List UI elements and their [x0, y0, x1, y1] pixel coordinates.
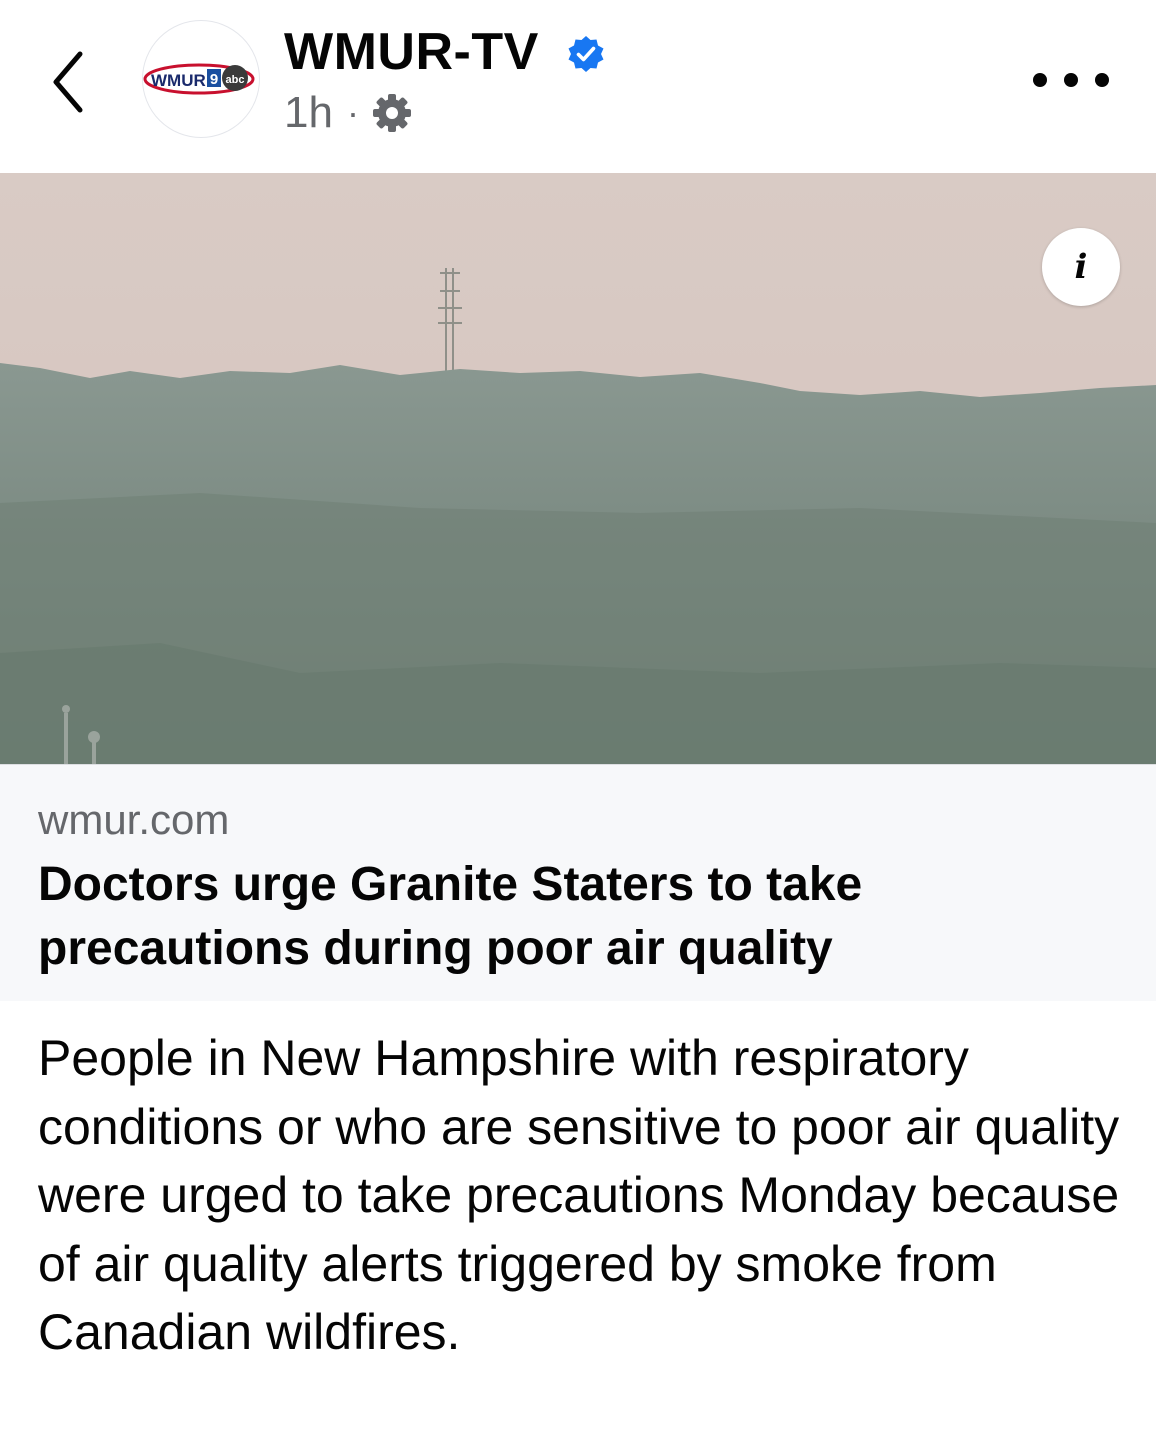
post-meta: 1h ·: [284, 88, 413, 138]
post-timestamp[interactable]: 1h: [284, 88, 333, 138]
svg-text:WMUR: WMUR: [151, 71, 206, 90]
meta-separator: ·: [346, 92, 359, 133]
avatar[interactable]: WMUR 9 abc: [142, 20, 260, 138]
wmur-logo-icon: WMUR 9 abc: [143, 63, 255, 95]
link-domain: wmur.com: [38, 796, 230, 843]
svg-text:abc: abc: [226, 74, 245, 86]
gear-icon: [372, 94, 411, 132]
svg-text:9: 9: [210, 71, 218, 88]
hazy-forest-photo: [0, 173, 1156, 764]
post-screen: WMUR 9 abc WMUR-TV 1h · i wmur.com Docto…: [0, 0, 1156, 1440]
post-header: WMUR 9 abc WMUR-TV 1h ·: [0, 0, 1156, 172]
link-headline: Doctors urge Granite Staters to take pre…: [38, 858, 863, 975]
page-name[interactable]: WMUR-TV: [284, 22, 539, 82]
link-preview-details[interactable]: wmur.com Doctors urge Granite Staters to…: [0, 764, 1156, 1001]
link-preview-image[interactable]: [0, 173, 1156, 764]
more-options-button[interactable]: [1028, 60, 1118, 100]
info-icon: i: [1074, 247, 1088, 287]
more-horizontal-icon: [1033, 73, 1109, 87]
verified-badge-icon: [568, 36, 604, 72]
chevron-left-icon: [53, 51, 83, 113]
info-button[interactable]: i: [1042, 228, 1120, 306]
back-button[interactable]: [40, 40, 100, 120]
post-caption: People in New Hampshire with respiratory…: [38, 1030, 1120, 1360]
